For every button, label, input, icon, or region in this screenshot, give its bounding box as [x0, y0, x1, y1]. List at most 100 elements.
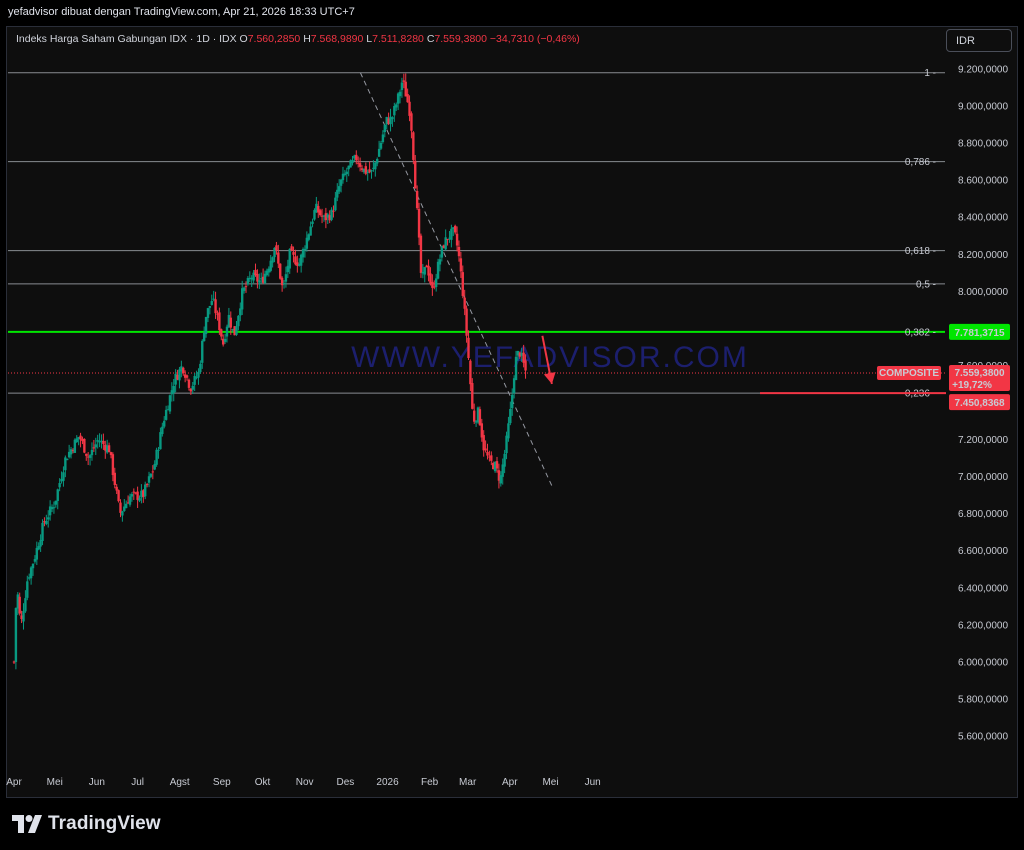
candle-body: [383, 124, 387, 133]
fib-level-label: 0,5 -: [916, 279, 936, 290]
candle-body: [132, 491, 136, 493]
candle-body: [370, 170, 373, 172]
candle-body: [147, 476, 151, 483]
candle-body: [237, 315, 240, 327]
fib-level-label: 0,786 -: [905, 157, 936, 168]
candle-body: [102, 440, 105, 444]
candle-body: [282, 283, 286, 285]
candle-body: [163, 420, 166, 427]
candle-body: [507, 423, 510, 439]
y-tick-label: 6.200,0000: [958, 620, 1008, 631]
close-value: 7.559,3800: [434, 33, 487, 45]
tradingview-logo[interactable]: TradingView: [12, 813, 161, 835]
candle-body: [271, 257, 274, 263]
candle-body: [121, 511, 124, 516]
candle-body: [242, 287, 246, 291]
candle-body: [18, 596, 21, 614]
tradingview-logo-icon: [12, 815, 42, 833]
candle-body: [334, 197, 337, 211]
candle-body: [284, 274, 288, 282]
candle-body: [263, 273, 267, 284]
tradingview-logo-text: TradingView: [48, 813, 161, 834]
candle-body: [311, 221, 314, 224]
candle-body: [258, 280, 261, 283]
candle-body: [391, 117, 394, 120]
candle-body: [379, 142, 383, 149]
y-tick-label: 7.000,0000: [958, 472, 1008, 483]
candle-body: [83, 438, 86, 453]
y-tick-label: 5.800,0000: [958, 694, 1008, 705]
x-tick-label: Agst: [170, 777, 190, 788]
candle-body: [503, 453, 506, 467]
candle-body: [288, 248, 291, 269]
candle-body: [92, 447, 96, 449]
candle-body: [400, 82, 404, 91]
candle-body: [90, 449, 94, 456]
candle-body: [301, 249, 305, 258]
candle-body: [218, 312, 221, 331]
candle-body: [490, 455, 493, 461]
candle-body: [461, 272, 464, 296]
candle-body: [406, 94, 409, 103]
candle-body: [56, 489, 59, 502]
candle-body: [182, 367, 185, 374]
candle-body: [210, 301, 213, 305]
candle-body: [223, 339, 227, 342]
candle-body: [415, 190, 419, 209]
candle-body: [88, 455, 92, 458]
candle-body: [85, 453, 88, 456]
currency-button[interactable]: IDR: [946, 29, 1012, 52]
candle-body: [486, 451, 489, 456]
candle-body: [172, 386, 175, 393]
candle-body: [31, 563, 35, 569]
candle-body: [145, 484, 149, 486]
candle-body: [161, 426, 164, 434]
candle-body: [292, 252, 295, 255]
candle-body: [22, 611, 25, 622]
candle-body: [438, 259, 442, 265]
price-chart[interactable]: WWW.YEFADVISOR.COM 1 - 0,786 - 0,618 - 0,5 -…: [0, 0, 1024, 850]
candle-body: [337, 186, 341, 192]
current-price-tag-text: 7.559,3800: [954, 368, 1004, 379]
candle-body: [191, 385, 194, 390]
candle-body: [220, 329, 223, 337]
candle-body: [214, 299, 217, 314]
candle-body: [290, 246, 293, 251]
candle-body: [54, 500, 58, 505]
candle-body: [280, 277, 284, 286]
x-tick-label: Apr: [6, 777, 22, 788]
candle-body: [164, 409, 168, 420]
candle-body: [279, 263, 282, 279]
x-tick-label: Jun: [585, 777, 601, 788]
percent-change-tag-text: +19,72%: [952, 380, 992, 391]
fib-level-label: 0,382 -: [905, 327, 936, 338]
x-tick-label: Mei: [47, 777, 63, 788]
candle-body: [26, 581, 29, 598]
candle-body: [187, 379, 191, 388]
candle-body: [472, 410, 476, 422]
fib-level-label: 0,618 -: [905, 246, 936, 257]
candle-body: [355, 154, 358, 161]
candle-body: [39, 540, 42, 547]
candle-body: [208, 306, 212, 308]
candle-body: [124, 503, 128, 509]
candle-body: [463, 297, 466, 309]
candle-body: [482, 435, 485, 451]
candle-body: [149, 473, 153, 477]
trendline[interactable]: [359, 72, 553, 487]
y-tick-label: 9.000,0000: [958, 102, 1008, 113]
high-value: 7.568,9890: [310, 33, 364, 45]
candle-body: [240, 288, 244, 310]
candle-body: [376, 159, 379, 164]
candle-body: [471, 383, 474, 409]
candle-body: [358, 163, 362, 167]
candle-body: [398, 91, 402, 97]
candle-body: [62, 472, 65, 481]
candle-body: [144, 484, 147, 497]
candle-body: [339, 179, 343, 186]
candle-body: [459, 258, 463, 272]
candle-body: [450, 228, 453, 240]
candle-body: [197, 372, 200, 378]
candle-body: [155, 449, 158, 465]
candle-body: [225, 326, 229, 337]
